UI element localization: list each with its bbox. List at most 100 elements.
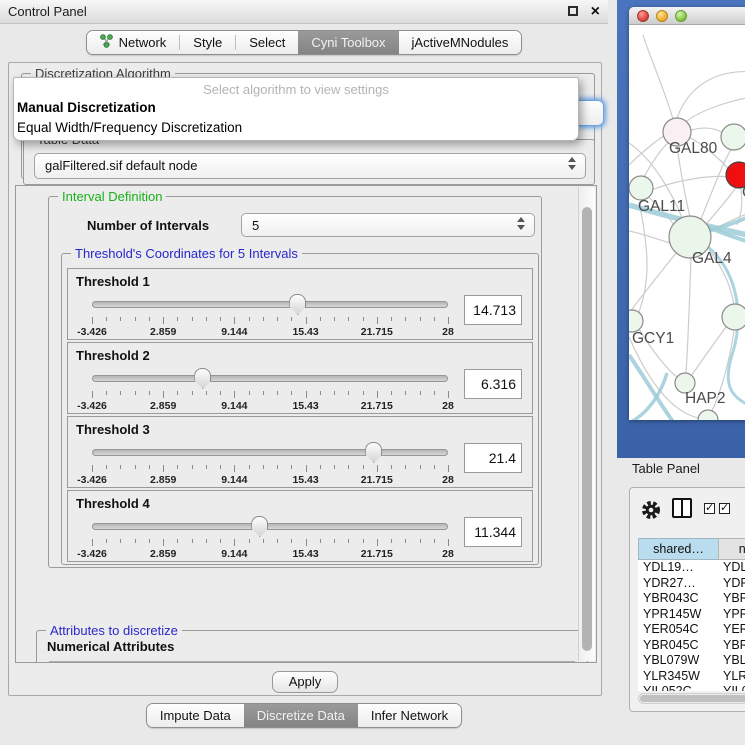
tab-impute-data[interactable]: Impute Data [147,704,244,727]
slider-tick [405,539,406,543]
table-data-combobox[interactable]: galFiltered.sif default node [34,153,586,179]
close-icon[interactable]: × [591,1,600,23]
threshold-2-slider[interactable]: -3.4262.8599.14415.4321.71528 [92,367,448,413]
slider-thumb[interactable] [365,442,382,463]
tab-network[interactable]: Network [87,31,180,54]
slider-thumb[interactable] [289,294,306,315]
zoom-traffic-light-icon[interactable] [675,10,687,22]
slider-tick [206,539,207,543]
column-header-name[interactable]: n… [718,538,745,560]
table-cell[interactable]: YBR045C [638,638,718,654]
network-node-label: HAP2 [685,390,726,407]
tab-infer-network[interactable]: Infer Network [358,704,461,727]
threshold-4-slider[interactable]: -3.4262.8599.14415.4321.71528 [92,515,448,561]
table-cell[interactable]: YER0 [718,622,745,638]
slider-track[interactable] [92,449,448,456]
table-cell[interactable]: YBR0 [718,638,745,654]
slider-scale-label: 21.715 [361,326,393,338]
slider-tick [149,539,150,543]
network-canvas[interactable]: GAL80 G C GAL11 GAL4 H GCY1 HAP2 [629,25,745,420]
slider-track[interactable] [92,301,448,308]
slider-tick [177,539,178,543]
numerical-attributes-list[interactable]: SelfLoopsTopologicalCoefficientBetweenne… [49,661,575,663]
slider-thumb[interactable] [251,516,268,537]
gear-icon[interactable] [640,499,662,521]
table-cell[interactable]: YDL1 [718,560,745,576]
algorithm-dropdown-popup: Select algorithm to view settings Manual… [13,77,579,141]
table-cell[interactable]: YBR043C [638,591,718,607]
table-cell[interactable]: YPR1 [718,607,745,623]
table-row[interactable]: YDR27…YDR2 [638,576,745,592]
right-column: GAL80 G C GAL11 GAL4 H GCY1 HAP2 Table P… [617,0,745,745]
table-row[interactable]: YBL079WYBL0 [638,653,745,669]
tab-style[interactable]: Style [180,31,235,54]
table-cell[interactable]: YBL0 [718,653,745,669]
threshold-2-value-field[interactable]: 6.316 [464,369,522,399]
threshold-3-slider[interactable]: -3.4262.8599.14415.4321.71528 [92,441,448,487]
tab-discretize-data[interactable]: Discretize Data [244,704,358,727]
tab-network-label: Network [119,35,167,50]
dropdown-option-manual[interactable]: Manual Discretization [17,100,156,115]
network-view-window[interactable]: GAL80 G C GAL11 GAL4 H GCY1 HAP2 [617,0,745,458]
tab-jactivemnodules[interactable]: jActiveMNodules [399,31,522,54]
table-horizontal-scrollbar-thumb[interactable] [640,695,745,702]
network-node [629,176,653,200]
number-of-intervals-combobox[interactable]: 5 [241,213,535,237]
select-checkbox-icon[interactable]: ✓ [719,503,730,514]
table-row[interactable]: YER054CYER0 [638,622,745,638]
slider-scale-label: 21.715 [361,400,393,412]
slider-tick [234,391,235,398]
threshold-2-panel: Threshold 2 -3.4262.8599.14415.4321.7152… [67,342,533,414]
slider-tick [249,317,250,321]
slider-scale-label: 28 [442,474,454,486]
table-cell[interactable]: YDL19… [638,560,718,576]
table-cell[interactable]: YLR3 [718,669,745,685]
select-checkbox-icon[interactable]: ✓ [704,503,715,514]
threshold-3-value-field[interactable]: 21.4 [464,443,522,473]
table-row[interactable]: YDL19…YDL1 [638,560,745,576]
table-row[interactable]: YPR145WYPR1 [638,607,745,623]
tab-cyni-toolbox[interactable]: Cyni Toolbox [298,31,398,54]
slider-scale-label: -3.426 [77,400,107,412]
settings-scrollbar-thumb[interactable] [582,207,592,651]
table-cell[interactable]: YPR145W [638,607,718,623]
table-cell[interactable]: YDR27… [638,576,718,592]
table-cell[interactable]: YLR345W [638,669,718,685]
slider-thumb[interactable] [194,368,211,389]
slider-scale: -3.4262.8599.14415.4321.71528 [92,400,448,412]
table-cell[interactable]: YIL052C [638,684,718,691]
dropdown-option-equal-width[interactable]: Equal Width/Frequency Discretization [17,120,242,135]
table-row[interactable]: YBR045CYBR0 [638,638,745,654]
threshold-1-value-field[interactable]: 14.713 [464,295,522,325]
table-cell[interactable]: YER054C [638,622,718,638]
table-row[interactable]: YBR043CYBR0 [638,591,745,607]
minimize-traffic-light-icon[interactable] [656,10,668,22]
close-traffic-light-icon[interactable] [637,10,649,22]
table-panel-title: Table Panel [632,461,700,476]
apply-button[interactable]: Apply [272,671,338,693]
slider-track[interactable] [92,375,448,382]
table-cell[interactable]: YIL0 [718,684,745,691]
table-cell[interactable]: YBR0 [718,591,745,607]
table-cell[interactable]: YBL079W [638,653,718,669]
attribute-item[interactable]: SelfLoops [50,662,574,663]
slider-track[interactable] [92,523,448,530]
slider-tick [405,465,406,469]
table-row[interactable]: YIL052CYIL0 [638,684,745,691]
columns-icon[interactable] [672,498,692,518]
slider-scale-label: 15.43 [292,548,318,560]
column-header-shared-name[interactable]: shared… [638,538,718,560]
network-node-label: GAL80 [669,140,718,157]
settings-scrollbar[interactable] [578,187,595,661]
threshold-1-slider[interactable]: -3.4262.8599.14415.4321.71528 [92,293,448,339]
table-row[interactable]: YLR345WYLR3 [638,669,745,685]
float-window-icon[interactable] [568,6,578,16]
slider-tick [192,465,193,469]
slider-tick [434,317,435,321]
table-cell[interactable]: YDR2 [718,576,745,592]
slider-tick [234,317,235,324]
table-horizontal-scrollbar[interactable] [638,693,745,704]
slider-tick [277,391,278,395]
threshold-4-value-field[interactable]: 11.344 [464,517,522,547]
tab-select[interactable]: Select [236,31,298,54]
